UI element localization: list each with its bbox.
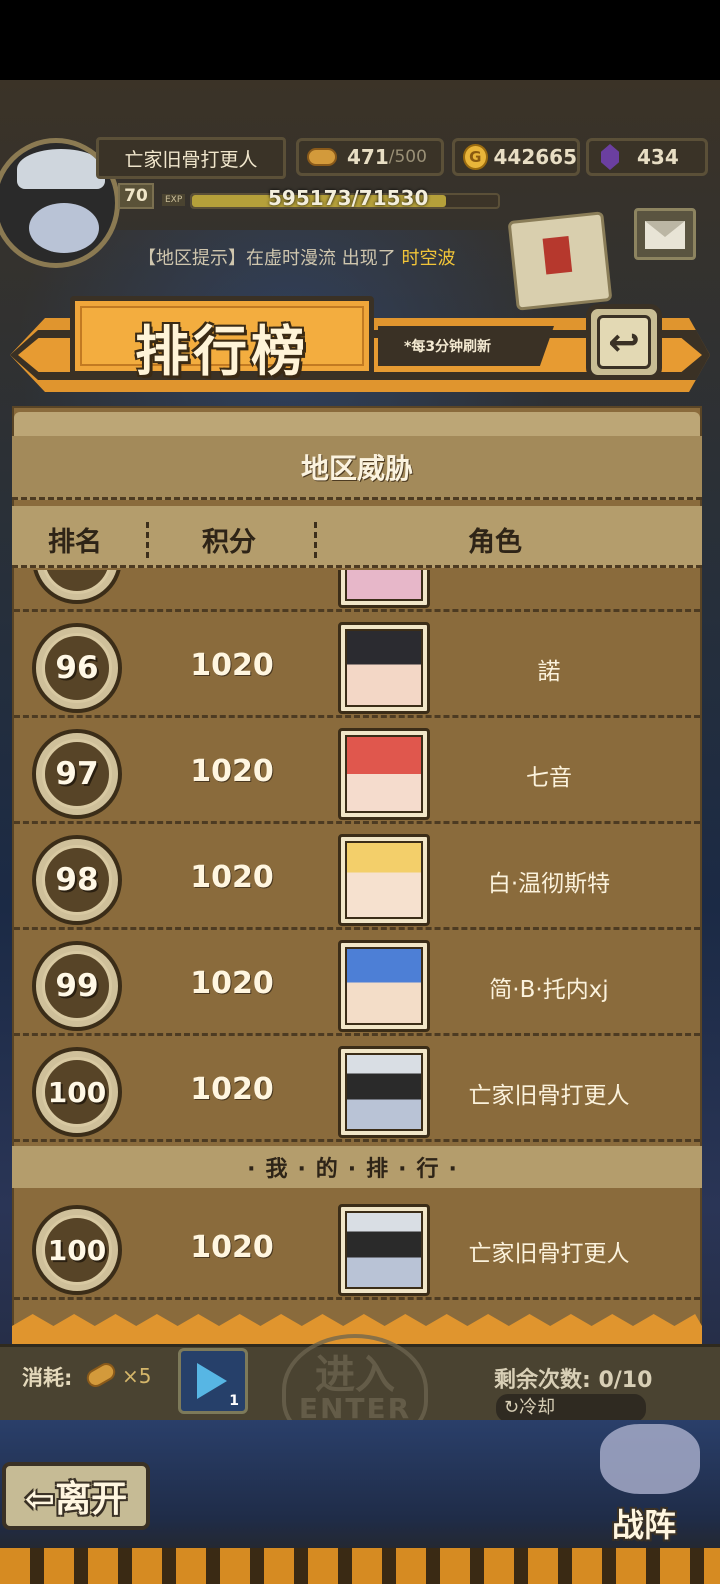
portrait-art: [345, 1211, 423, 1289]
leaderboard-category: 地区威胁: [12, 436, 702, 500]
character-name: 七音: [526, 765, 572, 791]
character-name: 亡家旧骨打更人: [468, 1083, 630, 1109]
back-button[interactable]: ↩: [586, 304, 662, 380]
portrait-art: [345, 947, 423, 1025]
gold-coin-icon: G: [463, 144, 488, 170]
table-row[interactable]: 98 1020 白·温彻斯特: [14, 826, 700, 930]
table-row-partial[interactable]: [14, 570, 700, 612]
mail-button[interactable]: [634, 208, 696, 260]
character-portrait: [338, 834, 430, 926]
stamina-max: /500: [388, 147, 427, 167]
gold-amount: 442665: [493, 145, 578, 169]
region-notice: 【地区提示】在虚时漫流 出现了 时空波: [138, 244, 455, 270]
column-rank: 排名: [48, 527, 102, 558]
gem-amount: 434: [637, 145, 679, 169]
character-portrait: [338, 570, 430, 608]
rank-medal: [32, 570, 122, 604]
character-name: 白·温彻斯特: [487, 871, 611, 897]
my-rank-row[interactable]: 100 1020 亡家旧骨打更人: [14, 1196, 700, 1300]
column-score: 积分: [202, 527, 256, 558]
level-badge: 70: [118, 183, 154, 209]
portrait-art: [345, 629, 423, 707]
ticket-count: 1: [229, 1393, 239, 1409]
rank-medal: 97: [32, 729, 122, 819]
stamina-counter[interactable]: 471 /500: [296, 138, 444, 176]
team-formation-button[interactable]: 战阵: [580, 1424, 708, 1544]
rank-number: 100: [42, 1215, 112, 1285]
table-row[interactable]: 99 1020 简·B·托内xj: [14, 932, 700, 1036]
avatar-hair: [29, 203, 99, 253]
score-value: 1020: [190, 1230, 274, 1265]
player-name: 亡家旧骨打更人: [96, 137, 286, 179]
score-value: 1020: [190, 648, 274, 683]
character-portrait: [338, 940, 430, 1032]
exp-label: EXP: [162, 194, 186, 206]
exp-text: 595173/71530: [268, 186, 429, 210]
leave-button[interactable]: ⇦离开: [2, 1462, 150, 1530]
rank-number: 96: [42, 633, 112, 703]
remaining-attempts: 剩余次数: 0/10: [494, 1368, 653, 1393]
title-plate: 排行榜: [70, 296, 374, 383]
score-value: 1020: [190, 754, 274, 789]
rank-medal: 100: [32, 1047, 122, 1137]
panel-top-edge: [14, 412, 700, 436]
character-portrait: [338, 1046, 430, 1138]
stamina-current: 471: [347, 145, 389, 169]
portrait-art: [345, 570, 423, 601]
character-portrait: [338, 728, 430, 820]
column-divider: [314, 522, 317, 558]
notice-text: 【地区提示】在虚时漫流 出现了: [138, 248, 402, 269]
score-value: 1020: [190, 966, 274, 1001]
character-portrait: [338, 1204, 430, 1296]
floor-decor: [0, 1548, 720, 1584]
rank-number: 100: [42, 1057, 112, 1127]
rank-number: 98: [42, 845, 112, 915]
character-portrait: [338, 622, 430, 714]
team-formation-label: 战阵: [611, 1506, 676, 1544]
rank-number: 97: [42, 739, 112, 809]
ticket-item[interactable]: 1: [178, 1348, 248, 1414]
page-title: 排行榜: [135, 320, 309, 383]
refresh-note: *每3分钟刷新: [378, 326, 554, 366]
table-row[interactable]: 100 1020 亡家旧骨打更人: [14, 1038, 700, 1142]
team-art-icon: [600, 1424, 700, 1494]
my-rank-label: ·我·的·排·行·: [12, 1146, 702, 1188]
gold-counter[interactable]: G 442665: [452, 138, 580, 176]
play-triangle-icon: [197, 1363, 227, 1399]
character-name: 諾: [537, 659, 561, 685]
notice-highlight: 时空波: [401, 248, 456, 269]
rank-medal: 99: [32, 941, 122, 1031]
cost-label: 消耗:: [22, 1366, 73, 1390]
table-row[interactable]: 96 1020 諾: [14, 614, 700, 718]
column-header: 排名 积分 角色: [12, 506, 702, 568]
purple-gem-icon: [601, 144, 619, 170]
status-bar-area: [0, 0, 720, 80]
rank-number: 99: [42, 951, 112, 1021]
score-value: 1020: [190, 1072, 274, 1107]
table-row[interactable]: 97 1020 七音: [14, 720, 700, 824]
rank-medal: 98: [32, 835, 122, 925]
envelope-icon: [645, 221, 685, 249]
score-value: 1020: [190, 860, 274, 895]
quest-scroll-icon[interactable]: [507, 211, 613, 311]
back-arrow-icon: ↩: [597, 315, 651, 369]
character-name: 亡家旧骨打更人: [468, 1241, 630, 1267]
rank-medal: 96: [32, 623, 122, 713]
portrait-art: [345, 735, 423, 813]
portrait-art: [345, 841, 423, 919]
rank-medal: 100: [32, 1205, 122, 1295]
column-divider: [146, 522, 149, 558]
gem-counter[interactable]: 434: [586, 138, 708, 176]
avatar-hat: [17, 149, 105, 189]
cooldown-indicator: ↻冷却: [496, 1394, 646, 1422]
character-name: 简·B·托内xj: [489, 977, 609, 1003]
cost-count: ×5: [122, 1364, 152, 1388]
column-character: 角色: [468, 527, 522, 558]
bread-icon: [307, 148, 337, 166]
portrait-art: [345, 1053, 423, 1131]
